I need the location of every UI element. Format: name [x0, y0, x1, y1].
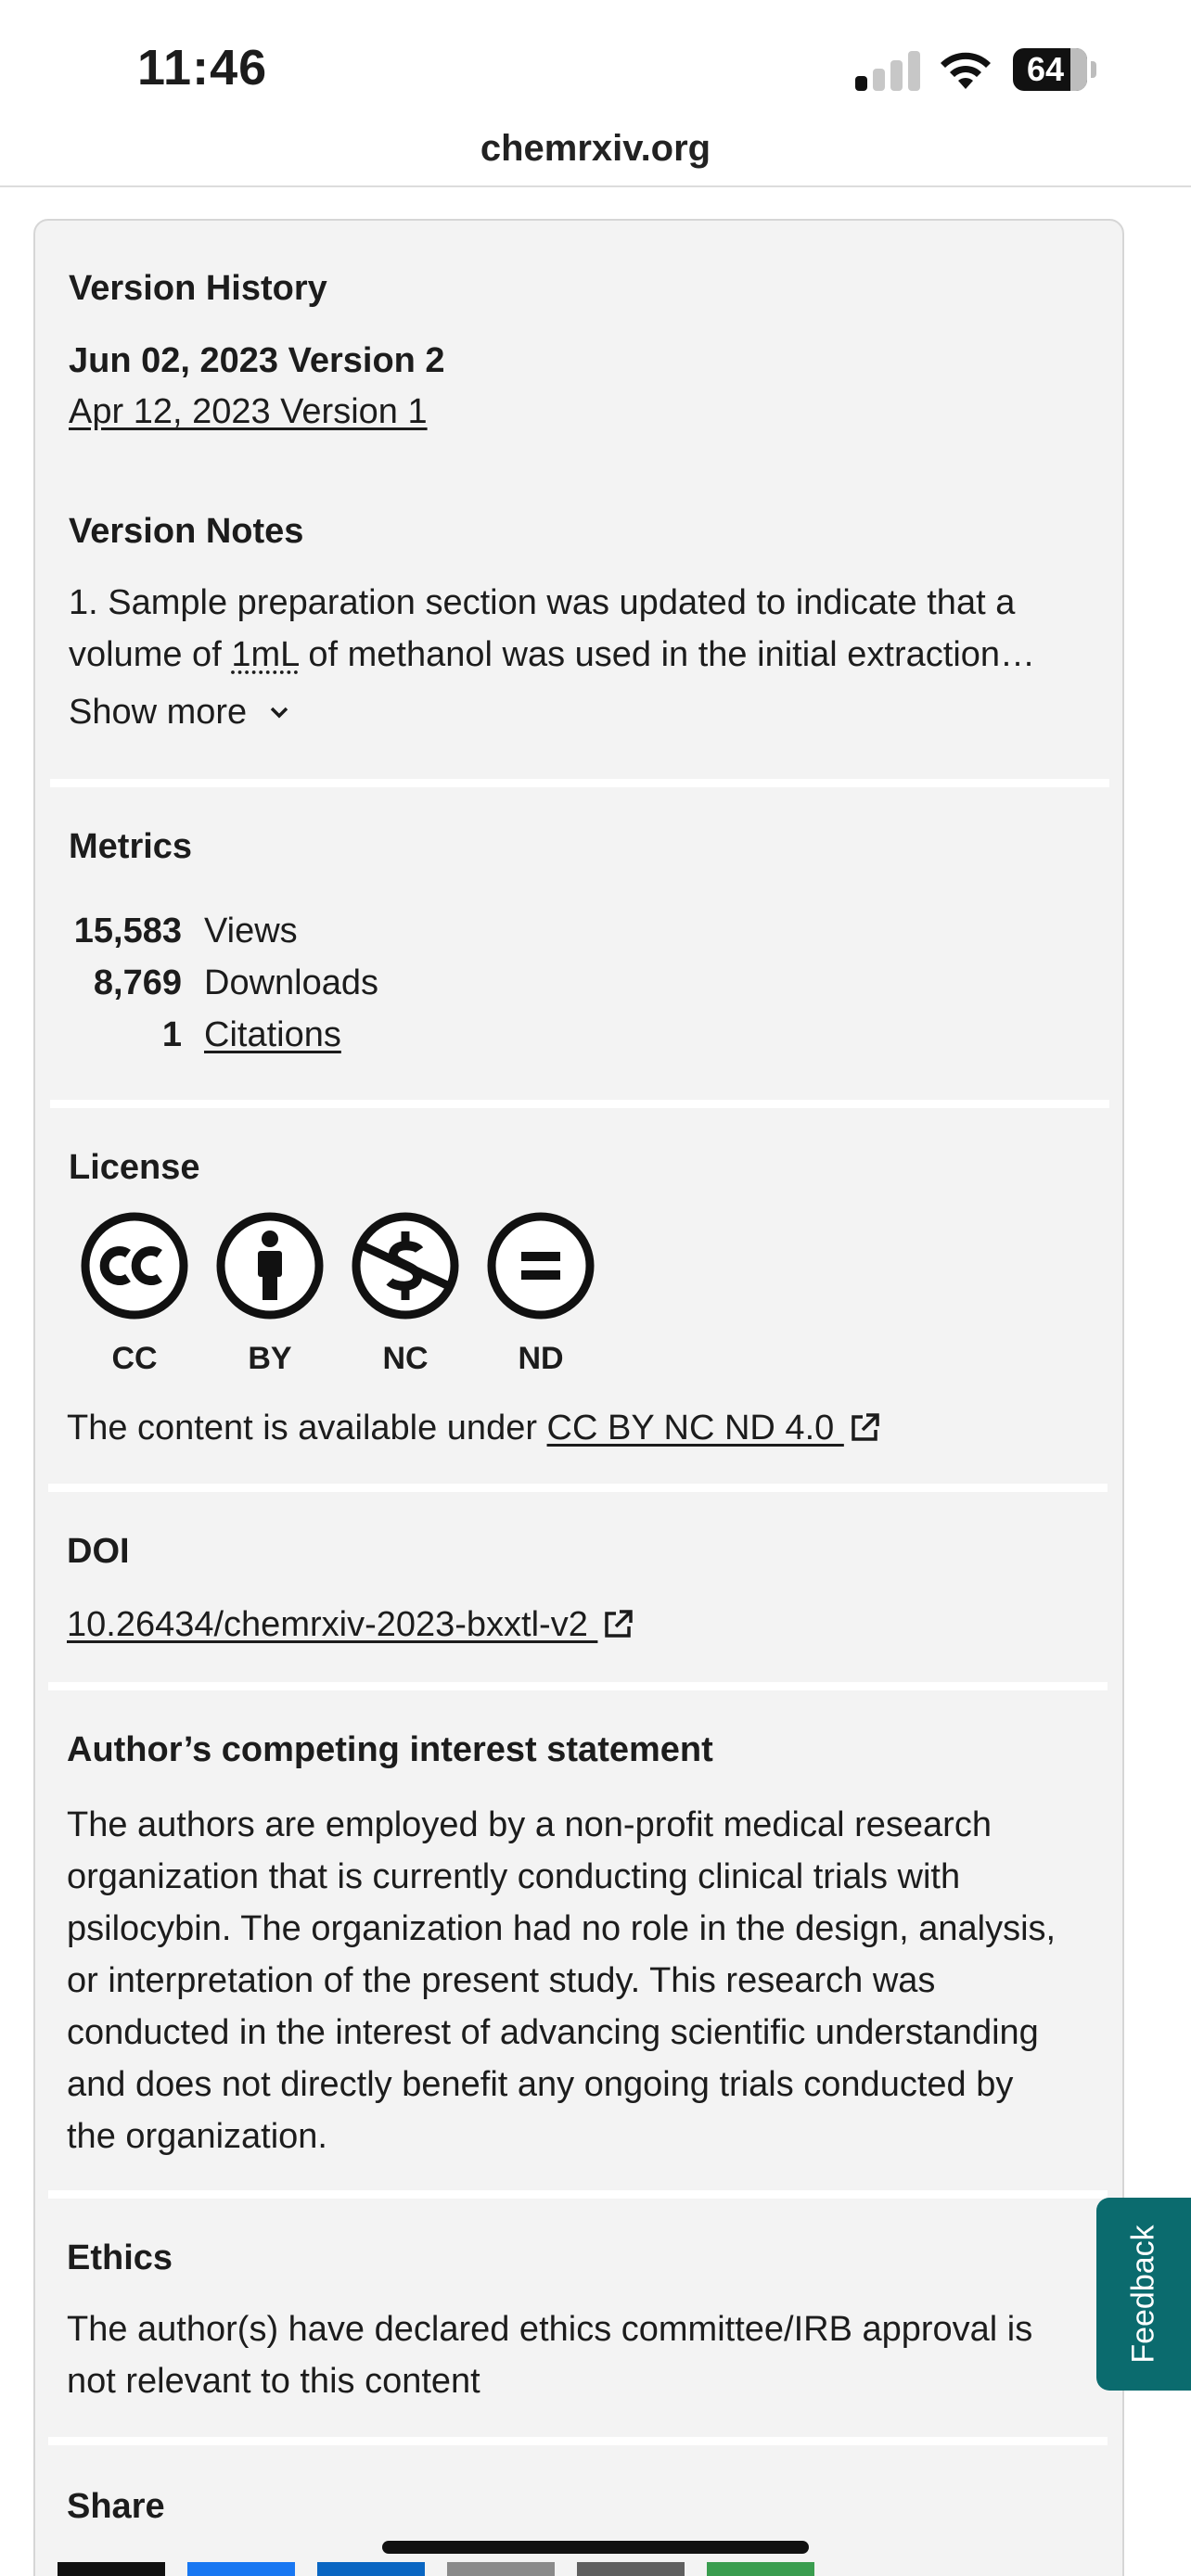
abbreviation-term[interactable]: 1mL	[231, 635, 299, 674]
wifi-icon	[941, 52, 991, 89]
share-button-1[interactable]	[58, 2562, 165, 2576]
downloads-count: 8,769	[93, 963, 182, 1002]
status-time: 11:46	[137, 40, 268, 96]
nc-label: NC	[382, 1341, 429, 1376]
home-indicator[interactable]	[382, 2541, 809, 2554]
address-bar-divider	[0, 185, 1191, 187]
address-bar[interactable]: chemrxiv.org	[0, 121, 1191, 185]
views-label: Views	[204, 912, 298, 950]
license-heading: License	[69, 1148, 200, 1187]
section-divider	[48, 1682, 1108, 1690]
share-button-2[interactable]	[187, 2562, 295, 2576]
battery-tip	[1091, 61, 1096, 78]
ethics-line: not relevant to this content	[67, 2362, 480, 2401]
external-link-icon[interactable]	[848, 1411, 881, 1445]
cellular-signal-icon	[855, 50, 920, 91]
competing-interest-line: organization that is currently conductin…	[67, 1857, 961, 1896]
doi-heading: DOI	[67, 1532, 130, 1571]
version-notes-text-continued: of methanol was used in the initial extr…	[298, 635, 1036, 674]
cc-icon	[81, 1212, 188, 1320]
share-button-5[interactable]	[577, 2562, 685, 2576]
share-button-4[interactable]	[447, 2562, 555, 2576]
competing-interest-line: the organization.	[67, 2117, 327, 2156]
show-more-button[interactable]: Show more	[69, 686, 292, 738]
license-text: The content is available under	[67, 1409, 547, 1447]
ethics-heading: Ethics	[67, 2238, 173, 2277]
section-divider	[50, 1100, 1109, 1108]
share-button-6[interactable]	[707, 2562, 814, 2576]
doi-link-row[interactable]: 10.26434/chemrxiv-2023-bxxtl-v2	[67, 1599, 634, 1651]
version-history-heading: Version History	[69, 269, 327, 308]
share-heading: Share	[67, 2487, 165, 2526]
competing-interest-line: or interpretation of the present study. …	[67, 1961, 936, 2000]
attribution-icon	[216, 1212, 324, 1320]
previous-version-link-text[interactable]: Apr 12, 2023 Version 1	[69, 392, 428, 431]
competing-interest-line: conducted in the interest of advancing s…	[67, 2013, 1039, 2052]
external-link-icon[interactable]	[601, 1608, 634, 1641]
citations-count: 1	[161, 1015, 182, 1054]
version-notes-line-2: volume of 1mL of methanol was used in th…	[69, 629, 1035, 681]
license-link[interactable]: CC BY NC ND 4.0	[547, 1409, 844, 1447]
noderivatives-icon	[487, 1212, 595, 1320]
share-button-3[interactable]	[317, 2562, 425, 2576]
section-divider	[48, 1484, 1108, 1492]
competing-interest-line: psilocybin. The organization had no role…	[67, 1909, 1057, 1948]
status-bar: 11:46 64	[0, 0, 1191, 130]
version-notes-heading: Version Notes	[69, 512, 304, 551]
article-details-card: Version History Jun 02, 2023 Version 2 A…	[33, 219, 1124, 2576]
previous-version-link[interactable]: Apr 12, 2023 Version 1	[69, 386, 428, 438]
feedback-tab[interactable]: Feedback	[1096, 2198, 1191, 2391]
feedback-label[interactable]: Feedback	[1126, 2225, 1162, 2363]
metrics-heading: Metrics	[69, 827, 193, 866]
show-more-label[interactable]: Show more	[69, 693, 247, 732]
doi-link[interactable]: 10.26434/chemrxiv-2023-bxxtl-v2	[67, 1605, 597, 1644]
battery-level: 64	[1026, 50, 1065, 88]
version-notes-line-1: 1. Sample preparation section was update…	[69, 583, 1016, 622]
views-count: 15,583	[73, 912, 182, 950]
section-divider	[50, 779, 1109, 787]
citations-link[interactable]: Citations	[204, 1009, 341, 1061]
by-label: BY	[248, 1341, 292, 1376]
section-divider	[48, 2437, 1108, 2445]
license-statement: The content is available under CC BY NC …	[67, 1402, 881, 1454]
noncommercial-icon	[352, 1212, 459, 1320]
cc-label: CC	[111, 1341, 158, 1376]
version-notes-text: volume of	[69, 635, 232, 674]
chevron-down-icon	[270, 707, 288, 719]
battery-icon: 64	[1013, 48, 1087, 91]
section-divider	[48, 2190, 1108, 2199]
competing-interest-heading: Author’s competing interest statement	[67, 1730, 713, 1769]
competing-interest-line: and does not directly benefit any ongoin…	[67, 2065, 1014, 2104]
competing-interest-line: The authors are employed by a non-profit…	[67, 1805, 992, 1844]
ethics-line: The author(s) have declared ethics commi…	[67, 2310, 1033, 2349]
downloads-label: Downloads	[204, 963, 378, 1002]
current-version: Jun 02, 2023 Version 2	[69, 341, 445, 380]
nd-label: ND	[518, 1341, 564, 1376]
